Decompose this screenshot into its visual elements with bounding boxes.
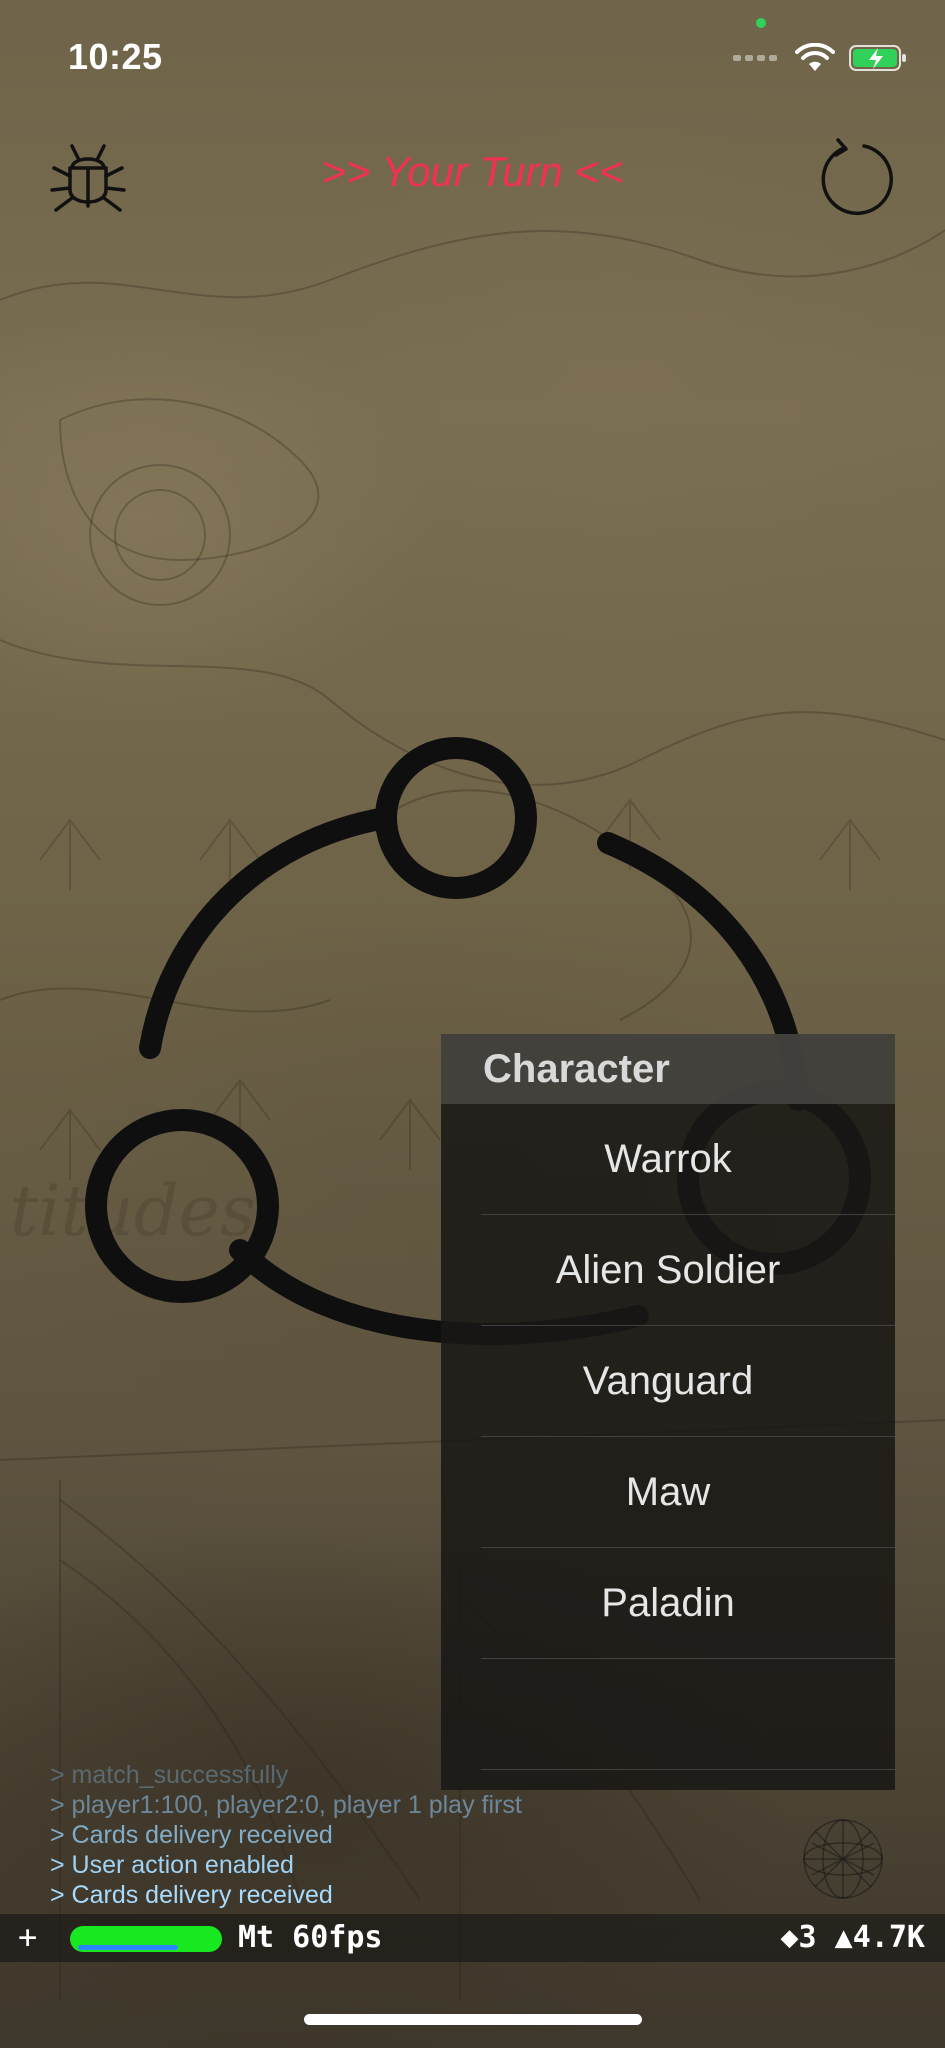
picker-option[interactable]: Maw: [481, 1437, 895, 1548]
globe-wireframe-icon: [803, 1819, 883, 1899]
picker-option-label: Paladin: [601, 1580, 735, 1625]
fps-readout: Mt 60fps: [238, 1920, 383, 1955]
character-picker[interactable]: Character Warrok Alien Soldier Vanguard …: [441, 1034, 895, 1790]
picker-title: Character: [441, 1034, 895, 1104]
log-line: > Cards delivery received: [50, 1821, 333, 1849]
log-line: > match_successfully: [50, 1761, 289, 1789]
home-indicator[interactable]: [304, 2014, 642, 2025]
stats-expand-button[interactable]: +: [18, 1918, 37, 1956]
picker-option[interactable]: Vanguard: [481, 1326, 895, 1437]
log-line: > Cards delivery received: [50, 1881, 333, 1909]
picker-option[interactable]: Paladin: [481, 1548, 895, 1659]
picker-option-label: Warrok: [604, 1136, 732, 1181]
debug-console-log: > match_successfully > player1:100, play…: [50, 1760, 522, 1910]
picker-option-label: Vanguard: [582, 1358, 754, 1403]
fps-meter: [70, 1926, 222, 1952]
performance-stats-bar: + Mt 60fps ◆3 ▲4.7K: [0, 1914, 945, 1962]
picker-option-empty[interactable]: [481, 1659, 895, 1770]
picker-option-label: Alien Soldier: [555, 1247, 781, 1292]
log-line: > User action enabled: [50, 1851, 294, 1879]
log-line: > player1:100, player2:0, player 1 play …: [50, 1791, 522, 1819]
frame-time-indicator: [78, 1945, 178, 1950]
picker-option[interactable]: Alien Soldier: [481, 1215, 895, 1326]
draw-count-readout: ◆3 ▲4.7K: [780, 1920, 926, 1955]
picker-option[interactable]: Warrok: [481, 1104, 895, 1215]
inspector-globe-button[interactable]: [802, 1818, 884, 1900]
picker-option-label: Maw: [625, 1469, 711, 1514]
